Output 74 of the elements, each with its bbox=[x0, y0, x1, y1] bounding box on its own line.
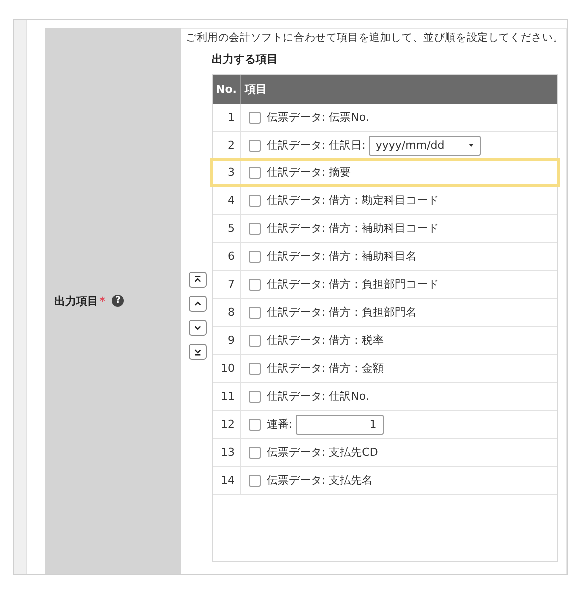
double-chevron-down-icon bbox=[194, 348, 202, 356]
item-label: 伝票データ: 支払先CD bbox=[266, 445, 378, 460]
checkbox[interactable] bbox=[248, 278, 261, 290]
table-row[interactable]: 10 仕訳データ: 借方：金額 bbox=[212, 355, 557, 383]
table-row[interactable]: 7 仕訳データ: 借方：負担部門コード bbox=[212, 271, 557, 299]
date-format-dropdown[interactable]: yyyy/mm/dd bbox=[368, 136, 481, 156]
checkbox[interactable] bbox=[248, 140, 261, 152]
table-row[interactable]: 5 仕訳データ: 借方：補助科目コード bbox=[212, 215, 557, 243]
item-label: 仕訳データ: 借方：負担部門コード bbox=[266, 277, 440, 292]
checkbox[interactable] bbox=[248, 390, 261, 402]
list-title: 出力する項目 bbox=[212, 52, 279, 68]
checkbox[interactable] bbox=[248, 194, 261, 206]
row-number: 8 bbox=[228, 306, 235, 319]
item-label: 仕訳データ: 借方：金額 bbox=[266, 361, 384, 376]
help-icon[interactable]: ? bbox=[112, 295, 124, 307]
caret-icon bbox=[468, 144, 474, 147]
row-number: 14 bbox=[220, 474, 235, 487]
item-label: 連番: bbox=[266, 417, 293, 432]
chevron-up-icon bbox=[194, 300, 202, 308]
column-header: No. bbox=[212, 75, 241, 104]
table-row[interactable]: 9 仕訳データ: 借方：税率 bbox=[212, 327, 557, 355]
checkbox[interactable] bbox=[248, 222, 261, 234]
item-label: 仕訳データ: 借方：税率 bbox=[266, 333, 384, 348]
move-up-button[interactable] bbox=[188, 296, 207, 312]
checkbox[interactable] bbox=[248, 334, 261, 346]
number-field[interactable]: 1 bbox=[296, 414, 384, 434]
row-number: 7 bbox=[228, 278, 235, 291]
move-bottom-button[interactable] bbox=[188, 344, 207, 360]
column-header: 項目 bbox=[244, 82, 267, 97]
table-row[interactable]: 4 仕訳データ: 借方：勘定科目コード bbox=[212, 187, 557, 215]
table-row[interactable]: 3 仕訳データ: 摘要 bbox=[210, 158, 560, 187]
required-mark: * bbox=[100, 294, 106, 308]
table-row[interactable]: 12 連番: 1 bbox=[212, 411, 557, 439]
double-chevron-up-icon bbox=[194, 276, 202, 284]
checkbox[interactable] bbox=[248, 306, 261, 318]
row-number: 13 bbox=[220, 446, 235, 459]
checkbox[interactable] bbox=[248, 418, 261, 430]
row-number: 3 bbox=[228, 166, 235, 179]
checkbox[interactable] bbox=[248, 474, 261, 486]
item-label: 仕訳データ: 借方：負担部門名 bbox=[266, 305, 418, 320]
checkbox[interactable] bbox=[248, 250, 261, 262]
row-number: 12 bbox=[220, 418, 235, 431]
table-row[interactable]: 1 伝票データ: 伝票No. bbox=[212, 104, 557, 132]
item-label: 伝票データ: 支払先名 bbox=[266, 473, 374, 488]
item-label: 仕訳データ: 借方：補助科目コード bbox=[266, 221, 440, 236]
row-number: 9 bbox=[228, 334, 235, 347]
item-label: 仕訳データ: 仕訳日: bbox=[266, 138, 366, 153]
checkbox[interactable] bbox=[248, 362, 261, 374]
checkbox[interactable] bbox=[248, 446, 261, 458]
item-label: 仕訳データ: 借方：勘定科目コード bbox=[266, 193, 440, 208]
table-row[interactable]: 6 仕訳データ: 借方：補助科目名 bbox=[212, 243, 557, 271]
row-number: 4 bbox=[228, 194, 235, 207]
move-down-button[interactable] bbox=[188, 320, 207, 336]
row-number: 11 bbox=[220, 390, 235, 403]
field-label: 出力項目 bbox=[54, 294, 99, 308]
row-number: 10 bbox=[220, 362, 235, 375]
table-row[interactable]: 2 仕訳データ: 仕訳日: yyyy/mm/dd bbox=[212, 132, 557, 160]
checkbox[interactable] bbox=[248, 166, 261, 178]
move-top-button[interactable] bbox=[188, 272, 207, 288]
row-number: 1 bbox=[228, 111, 235, 124]
chevron-down-icon bbox=[194, 324, 202, 332]
description-text: ご利用の会計ソフトに合わせて項目を追加して、並び順を設定してください。 bbox=[186, 31, 564, 45]
item-label: 伝票データ: 伝票No. bbox=[266, 110, 370, 125]
item-label: 仕訳データ: 摘要 bbox=[266, 165, 352, 180]
table-row[interactable]: 8 仕訳データ: 借方：負担部門名 bbox=[212, 299, 557, 327]
table-row[interactable]: 13 伝票データ: 支払先CD bbox=[212, 439, 557, 467]
row-number: 6 bbox=[228, 250, 235, 263]
row-number: 5 bbox=[228, 222, 235, 235]
table-row[interactable]: 11 仕訳データ: 仕訳No. bbox=[212, 383, 557, 411]
row-number: 2 bbox=[228, 139, 235, 152]
table-row[interactable]: 14 伝票データ: 支払先名 bbox=[212, 467, 557, 495]
item-label: 仕訳データ: 仕訳No. bbox=[266, 389, 370, 404]
item-label: 仕訳データ: 借方：補助科目名 bbox=[266, 249, 418, 264]
checkbox[interactable] bbox=[248, 112, 261, 124]
